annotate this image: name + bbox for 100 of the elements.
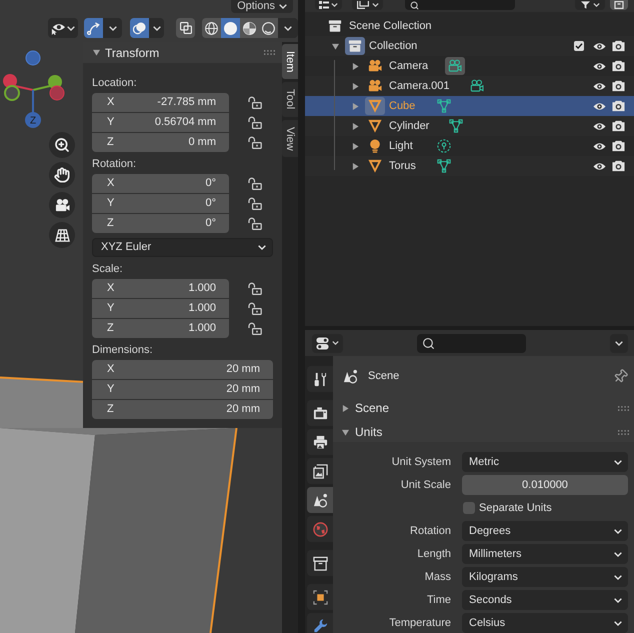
panel-header[interactable]: Transform [83,42,282,63]
collapsed-triangle-icon[interactable] [342,404,349,412]
dropdown[interactable]: Celsius [462,613,628,633]
panel-header[interactable]: Scene [333,398,634,418]
panel-header[interactable]: Units [333,422,634,442]
open-padlock-icon[interactable] [248,217,262,230]
collapsed-triangle-icon[interactable] [352,62,359,70]
overlay-toggle[interactable] [130,18,150,38]
number-field[interactable]: Y 1.000 [92,299,229,318]
properties-tab[interactable] [307,366,333,392]
sidebar-tab[interactable]: Item [282,44,298,80]
expanded-triangle-icon[interactable] [342,428,349,436]
view-layer-dropdown[interactable] [352,0,383,10]
number-field[interactable]: X -27.785 mm [92,93,229,112]
photo-camera-icon[interactable] [612,60,625,72]
eye-icon[interactable] [593,122,606,130]
sidebar-tab[interactable]: View [282,120,298,158]
negative-x-axis-handle[interactable] [50,86,64,100]
number-field[interactable]: Y 20 mm [92,380,273,399]
xray-toggle[interactable] [176,18,195,38]
open-padlock-icon[interactable] [248,136,262,149]
photo-camera-icon[interactable] [612,80,625,92]
open-padlock-icon[interactable] [248,197,262,210]
eye-icon[interactable] [593,42,606,50]
shading-mode-button[interactable] [259,18,278,38]
properties-tab[interactable] [307,458,333,484]
outliner-item[interactable]: Cube [305,96,634,116]
number-field[interactable]: Z 0 mm [92,133,229,152]
overlay-dropdown[interactable] [149,18,164,38]
properties-tab[interactable] [307,613,333,633]
drag-handle-icon[interactable] [618,430,629,434]
drag-handle-icon[interactable] [618,406,629,410]
number-field[interactable]: X 1.000 [92,279,229,298]
navigation-button[interactable] [49,192,75,218]
shading-mode-button[interactable] [221,18,240,38]
collapsed-triangle-icon[interactable] [352,142,359,150]
expanded-triangle-icon[interactable] [332,42,339,50]
properties-tab[interactable] [307,429,333,455]
drag-handle-icon[interactable] [264,50,275,55]
navigation-button[interactable] [49,132,75,158]
navigation-button[interactable] [49,162,75,188]
dropdown[interactable]: Seconds [462,590,628,610]
x-axis-handle[interactable] [3,74,34,91]
number-field[interactable]: X 20 mm [92,360,273,379]
eye-icon[interactable] [593,62,606,70]
dropdown[interactable]: Millimeters [462,544,628,564]
collapsed-triangle-icon[interactable] [352,102,359,110]
number-field[interactable]: Y 0° [92,194,229,213]
negative-z-axis-handle[interactable] [26,50,40,66]
eye-icon[interactable] [593,142,606,150]
checkbox-label[interactable]: Separate Units [479,500,552,516]
photo-camera-icon[interactable] [612,40,625,52]
open-padlock-icon[interactable] [248,322,262,335]
number-field[interactable]: Z 1.000 [92,319,229,338]
shading-mode-button[interactable] [240,18,259,38]
properties-tab[interactable] [307,584,333,610]
properties-tab[interactable] [307,487,333,513]
properties-tab[interactable] [307,550,333,576]
search-field[interactable] [417,334,526,352]
filter-dropdown[interactable] [575,0,605,10]
search-field[interactable] [405,0,515,10]
rotation-mode-dropdown[interactable]: XYZ Euler [92,238,273,257]
number-field[interactable]: Z 20 mm [92,400,273,419]
gizmo-toggle[interactable] [84,18,104,38]
photo-camera-icon[interactable] [612,140,625,152]
expanded-triangle-icon[interactable] [93,49,100,56]
eye-icon[interactable] [593,162,606,170]
collapsed-triangle-icon[interactable] [352,162,359,170]
sidebar-tab[interactable]: Tool [282,82,298,117]
gizmo-dropdown[interactable] [103,18,122,38]
open-padlock-icon[interactable] [248,177,262,190]
properties-tab[interactable] [307,400,333,426]
collapsed-triangle-icon[interactable] [352,122,359,130]
photo-camera-icon[interactable] [612,120,625,132]
navigation-button[interactable] [49,222,75,248]
display-mode-dropdown[interactable] [315,0,342,10]
shading-dropdown[interactable] [278,18,298,38]
visibility-dropdown[interactable] [48,18,78,38]
new-collection-button[interactable] [610,0,628,10]
dropdown[interactable]: Degrees [462,521,628,541]
open-padlock-icon[interactable] [248,302,262,315]
options-dropdown[interactable]: Options [231,0,293,13]
checkbox[interactable] [463,502,475,514]
negative-y-axis-handle[interactable] [4,85,20,101]
number-field[interactable]: Z 0° [92,214,229,233]
eye-icon[interactable] [593,102,606,110]
dropdown[interactable]: Metric [462,452,628,472]
checkbox[interactable] [574,41,584,51]
number-field[interactable]: X 0° [92,174,229,193]
photo-camera-icon[interactable] [612,160,625,172]
open-padlock-icon[interactable] [248,282,262,295]
photo-camera-icon[interactable] [612,100,625,112]
editor-type-dropdown[interactable] [312,334,343,352]
open-padlock-icon[interactable] [248,116,262,129]
eye-icon[interactable] [593,82,606,90]
number-field[interactable]: Y 0.56704 mm [92,113,229,132]
collapsed-triangle-icon[interactable] [352,82,359,90]
number-field[interactable]: 0.010000 [462,475,628,495]
options-dropdown[interactable] [610,334,628,352]
dropdown[interactable]: Kilograms [462,567,628,587]
